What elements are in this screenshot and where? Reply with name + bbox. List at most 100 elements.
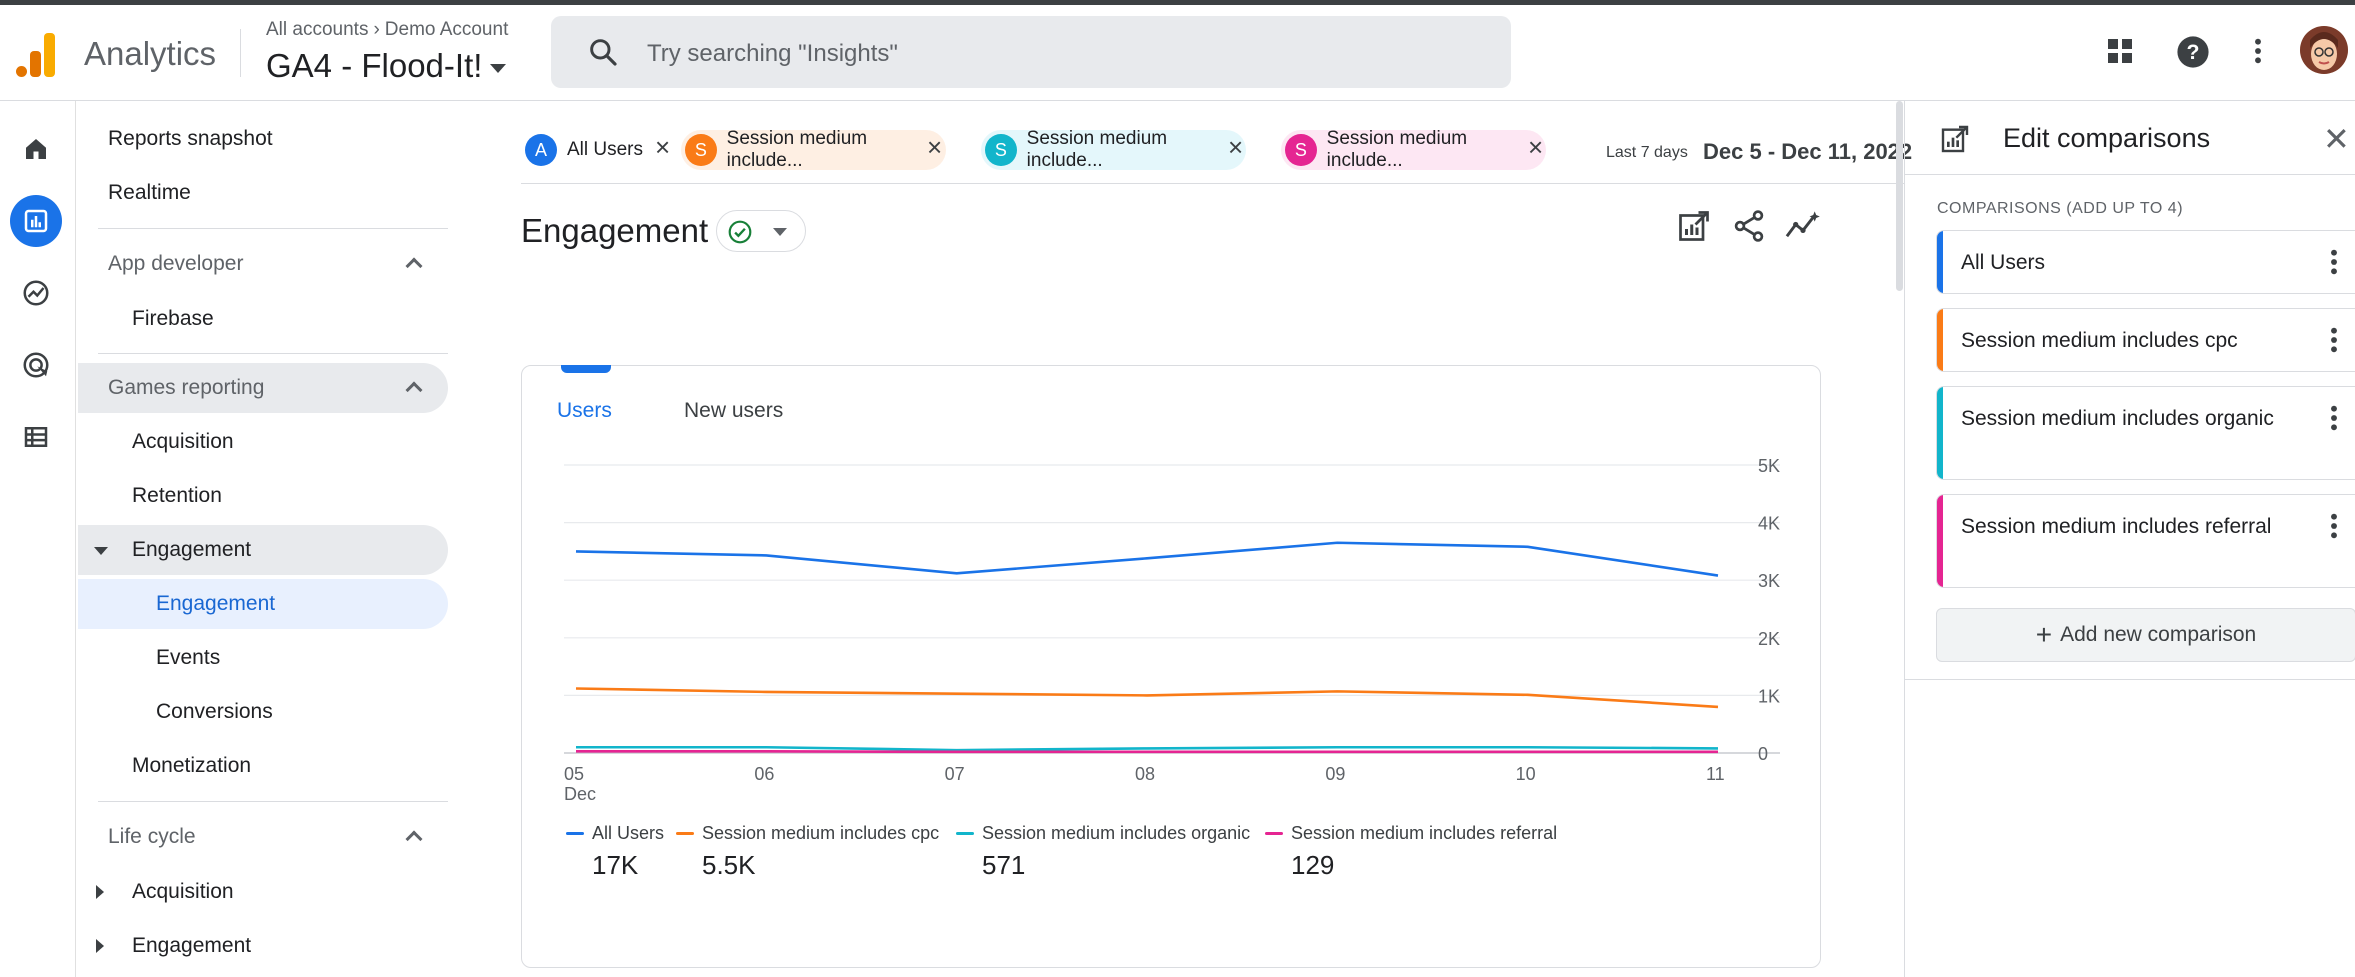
legend-swatch xyxy=(1265,832,1283,835)
expand-down-icon[interactable] xyxy=(94,547,108,555)
close-icon[interactable]: × xyxy=(655,132,670,163)
breadcrumb[interactable]: All accounts › Demo Account xyxy=(266,19,508,41)
left-rail xyxy=(0,101,72,977)
breadcrumb-account[interactable]: Demo Account xyxy=(385,19,509,40)
legend-total: 129 xyxy=(1291,850,1335,880)
chip-session-medium-cpc[interactable]: S Session medium include... × xyxy=(681,128,946,171)
chip-session-medium-referral[interactable]: S Session medium include... × xyxy=(1281,128,1546,171)
chip-label: Session medium include... xyxy=(1326,128,1468,171)
insights-icon[interactable] xyxy=(1784,208,1822,244)
property-selector[interactable]: GA4 - Flood-It! xyxy=(266,47,507,85)
apps-grid-icon[interactable] xyxy=(2104,35,2136,67)
nav-section-games-reporting[interactable]: Games reporting xyxy=(108,363,264,413)
nav-conversions[interactable]: Conversions xyxy=(156,687,273,737)
svg-text:?: ? xyxy=(2187,40,2200,64)
caret-down-icon xyxy=(490,63,507,73)
legend-item[interactable]: Session medium includes referral xyxy=(1265,823,1557,844)
chip-all-users[interactable]: A All Users × xyxy=(521,130,676,170)
more-vert-icon[interactable] xyxy=(2242,35,2274,67)
nav-engagement-overview[interactable]: Engagement xyxy=(156,579,275,629)
analytics-logo-icon[interactable] xyxy=(16,31,56,77)
close-icon[interactable]: ✕ xyxy=(2323,123,2350,155)
app-header: Analytics All accounts › Demo Account GA4 … xyxy=(0,5,2355,101)
breadcrumb-root[interactable]: All accounts xyxy=(266,19,368,40)
line-chart: 5K 4K 3K 2K 1K 0 05 06 07 08 09 10 11 Dec xyxy=(564,456,1780,804)
nav-engagement[interactable]: Engagement xyxy=(132,525,251,575)
nav-monetization[interactable]: Monetization xyxy=(132,741,251,791)
close-icon[interactable]: × xyxy=(1228,132,1243,163)
chip-letter: S xyxy=(1285,134,1317,166)
expand-right-icon[interactable] xyxy=(96,939,104,953)
legend-item[interactable]: All Users xyxy=(566,823,664,844)
comparison-color-bar xyxy=(1937,309,1943,371)
nav-reports-snapshot[interactable]: Reports snapshot xyxy=(108,114,273,164)
add-comparison-label: Add new comparison xyxy=(2060,623,2257,646)
nav-acquisition[interactable]: Acquisition xyxy=(132,417,234,467)
panel-header: Edit comparisons ✕ xyxy=(1905,101,2355,175)
legend-swatch xyxy=(956,832,974,835)
explore-icon[interactable] xyxy=(10,267,62,319)
report-status-dropdown[interactable] xyxy=(716,210,806,252)
nav-section-life-cycle[interactable]: Life cycle xyxy=(108,812,196,862)
main-scrollbar[interactable] xyxy=(1896,101,1903,291)
help-icon[interactable]: ? xyxy=(2176,35,2210,69)
series-line-0[interactable] xyxy=(575,541,1719,577)
x-tick-label: 05 xyxy=(564,764,584,784)
nav-realtime[interactable]: Realtime xyxy=(108,168,191,218)
close-icon[interactable]: × xyxy=(927,132,942,163)
chevron-up-icon[interactable] xyxy=(405,257,423,275)
nav-lc-engagement[interactable]: Engagement xyxy=(132,921,251,971)
search-placeholder: Try searching "Insights" xyxy=(647,40,898,67)
comparison-item[interactable]: Session medium includes cpc xyxy=(1936,308,2355,372)
home-icon[interactable] xyxy=(10,123,62,175)
advertising-icon[interactable] xyxy=(10,339,62,391)
x-tick-label: 09 xyxy=(1325,764,1345,784)
comparison-item[interactable]: All Users xyxy=(1936,230,2355,294)
configure-icon[interactable] xyxy=(10,411,62,463)
customize-report-icon[interactable] xyxy=(1676,208,1712,244)
series-line-3[interactable] xyxy=(576,749,1718,754)
edit-comparisons-panel: Edit comparisons ✕ COMPARISONS (ADD UP T… xyxy=(1904,101,2355,977)
nav-divider xyxy=(98,228,448,229)
search-bar[interactable]: Try searching "Insights" xyxy=(551,16,1511,88)
date-preset[interactable]: Last 7 days xyxy=(1606,144,1688,162)
nav-section-app-developer[interactable]: App developer xyxy=(108,239,243,289)
close-icon[interactable]: × xyxy=(1528,132,1543,163)
avatar-face-icon xyxy=(2300,26,2348,74)
property-name: GA4 - Flood-It! xyxy=(266,47,483,84)
series-line-2[interactable] xyxy=(576,745,1719,752)
card-tab-indicator xyxy=(561,365,611,373)
more-vert-icon[interactable] xyxy=(2318,402,2350,434)
side-nav: Reports snapshot Realtime App developer … xyxy=(78,101,448,977)
legend-item[interactable]: Session medium includes cpc xyxy=(676,823,939,844)
caret-down-icon xyxy=(773,228,787,236)
tab-new-users[interactable]: New users xyxy=(684,399,783,423)
account-avatar[interactable] xyxy=(2300,26,2348,74)
reports-icon[interactable] xyxy=(10,195,62,247)
series-line-1[interactable] xyxy=(575,687,1719,709)
date-range[interactable]: Dec 5 - Dec 11, 2022 xyxy=(1703,139,1912,165)
tab-users[interactable]: Users xyxy=(557,399,612,423)
comparison-label: Session medium includes cpc xyxy=(1961,329,2238,352)
share-icon[interactable] xyxy=(1731,208,1767,244)
comparison-item[interactable]: Session medium includes organic xyxy=(1936,386,2355,480)
comparison-label: All Users xyxy=(1961,251,2046,274)
x-tick-label: 08 xyxy=(1135,764,1155,784)
comparison-label: Session medium includes referral xyxy=(1961,515,2272,538)
nav-firebase[interactable]: Firebase xyxy=(132,294,214,344)
more-vert-icon[interactable] xyxy=(2318,510,2350,542)
rail-divider xyxy=(75,101,76,977)
chevron-up-icon[interactable] xyxy=(405,830,423,848)
more-vert-icon[interactable] xyxy=(2318,324,2350,356)
nav-retention[interactable]: Retention xyxy=(132,471,222,521)
chip-letter: S xyxy=(685,134,717,166)
more-vert-icon[interactable] xyxy=(2318,246,2350,278)
nav-events[interactable]: Events xyxy=(156,633,220,683)
nav-lc-acquisition[interactable]: Acquisition xyxy=(132,867,234,917)
chip-session-medium-organic[interactable]: S Session medium include... × xyxy=(981,128,1246,171)
legend-item[interactable]: Session medium includes organic xyxy=(956,823,1250,844)
expand-right-icon[interactable] xyxy=(96,885,104,899)
add-comparison-button[interactable]: + Add new comparison xyxy=(1936,608,2355,662)
comparison-item[interactable]: Session medium includes referral xyxy=(1936,494,2355,588)
y-tick-label: 3K xyxy=(1758,571,1780,591)
